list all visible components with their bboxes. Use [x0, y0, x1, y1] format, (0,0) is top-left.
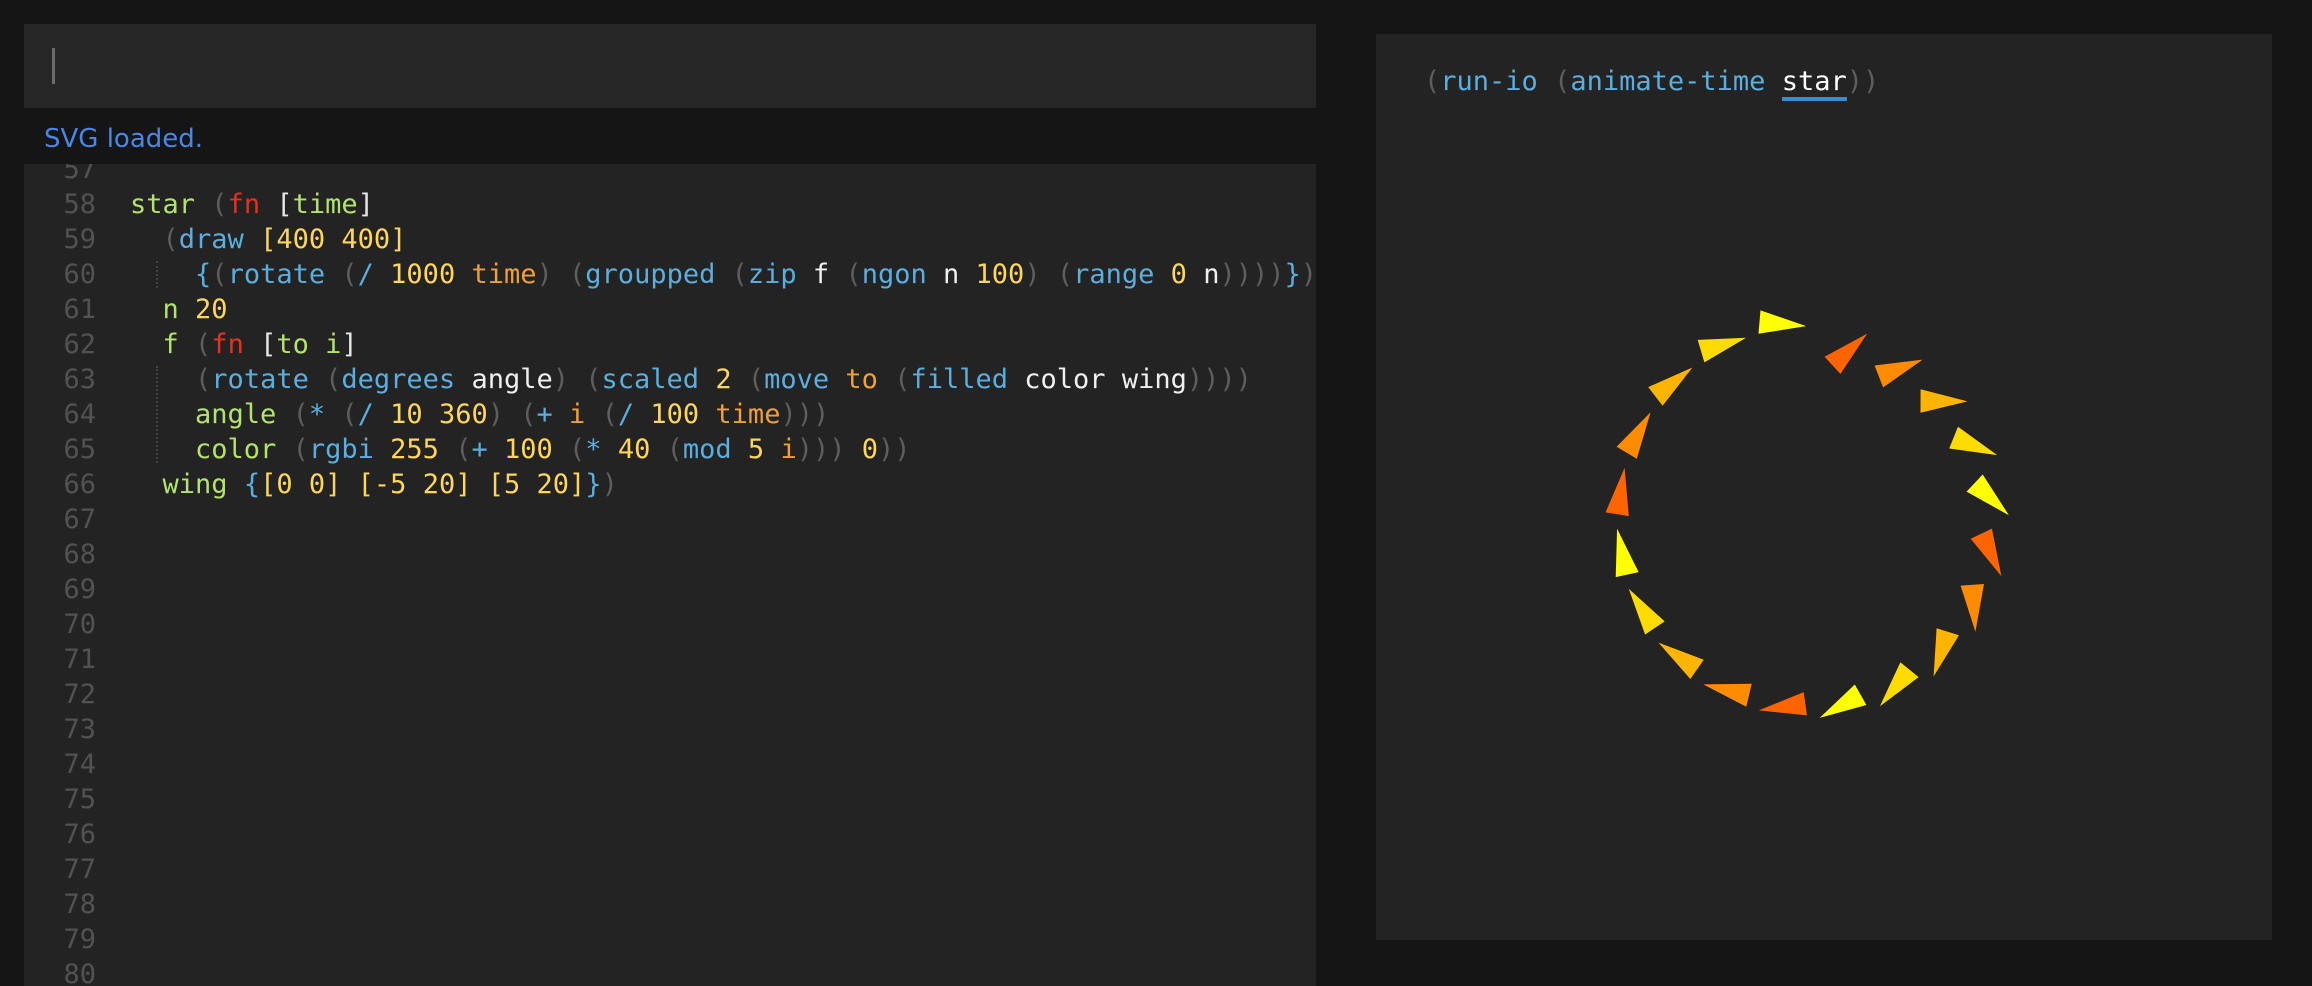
line-number: 61 — [63, 294, 96, 325]
line-number: 73 — [63, 714, 96, 745]
star-wing — [1966, 474, 2009, 516]
code-text: (rotate (degrees angle) (scaled 2 (move … — [195, 364, 1252, 395]
code-text: color (rgbi 255 (+ 100 (* 40 (mod 5 i)))… — [195, 434, 911, 465]
line-number: 63 — [63, 364, 96, 395]
star-wing — [1949, 426, 1998, 456]
line-number: 64 — [63, 399, 96, 430]
line-number: 71 — [63, 644, 96, 675]
code-text: star (fn [time] — [130, 189, 374, 220]
star-wing — [1616, 412, 1651, 459]
line-number: 76 — [63, 819, 96, 850]
code-editor[interactable]: 57 58 star (fn [time] 59 (draw [400 400] 60 … — [24, 164, 1316, 986]
star-wing — [1605, 467, 1629, 517]
line-number: 69 — [63, 574, 96, 605]
line-number: 66 — [63, 469, 96, 500]
code-text: f (fn [to i] — [162, 329, 358, 360]
animation-canvas — [1605, 310, 2009, 718]
star-wing — [1703, 683, 1752, 707]
star-wing — [1628, 588, 1665, 635]
star-wing — [1933, 628, 1959, 677]
star-wing — [1920, 389, 1968, 413]
line-number: 74 — [63, 749, 96, 780]
line-number: 58 — [63, 189, 96, 220]
line-number: 68 — [63, 539, 96, 570]
star-wing — [1697, 337, 1747, 363]
star-wing — [1819, 684, 1867, 718]
line-number: 80 — [63, 959, 96, 986]
star-wing — [1758, 692, 1807, 716]
code-text: angle (* (/ 10 360) (+ i (/ 100 time))) — [195, 399, 830, 430]
line-number: 59 — [63, 224, 96, 255]
text-cursor — [52, 48, 55, 84]
command-input[interactable] — [24, 24, 1316, 108]
star-wing — [1648, 367, 1693, 406]
line-number: 75 — [63, 784, 96, 815]
indent-guide — [156, 261, 158, 288]
code-text: (draw [400 400] — [162, 224, 407, 255]
line-number: 79 — [63, 924, 96, 955]
star-wing — [1960, 584, 1984, 632]
star-wing — [1758, 310, 1807, 334]
line-number: 70 — [63, 609, 96, 640]
line-number: 62 — [63, 329, 96, 360]
star-wing — [1879, 662, 1919, 707]
code-text: {(rotate (/ 1000 time) (groupped (zip f … — [195, 259, 1316, 290]
status-message: SVG loaded. — [44, 124, 204, 154]
star-wing — [1658, 642, 1704, 679]
line-number: 77 — [63, 854, 96, 885]
star-wing — [1970, 528, 2002, 577]
code-text: wing {[0 0] [-5 20] [5 20]}) — [162, 469, 618, 500]
line-number: 67 — [63, 504, 96, 535]
star-wing — [1824, 333, 1868, 374]
line-number: 60 — [63, 259, 96, 290]
code-text: n 20 — [162, 294, 228, 325]
star-wing — [1874, 359, 1923, 388]
line-number: 72 — [63, 679, 96, 710]
line-number: 78 — [63, 889, 96, 920]
star-wing — [1615, 528, 1639, 578]
indent-guide — [156, 366, 158, 463]
line-number: 57 — [63, 164, 96, 185]
preview-panel: (run-io (animate-time star)) — [1376, 34, 2272, 940]
line-number: 65 — [63, 434, 96, 465]
